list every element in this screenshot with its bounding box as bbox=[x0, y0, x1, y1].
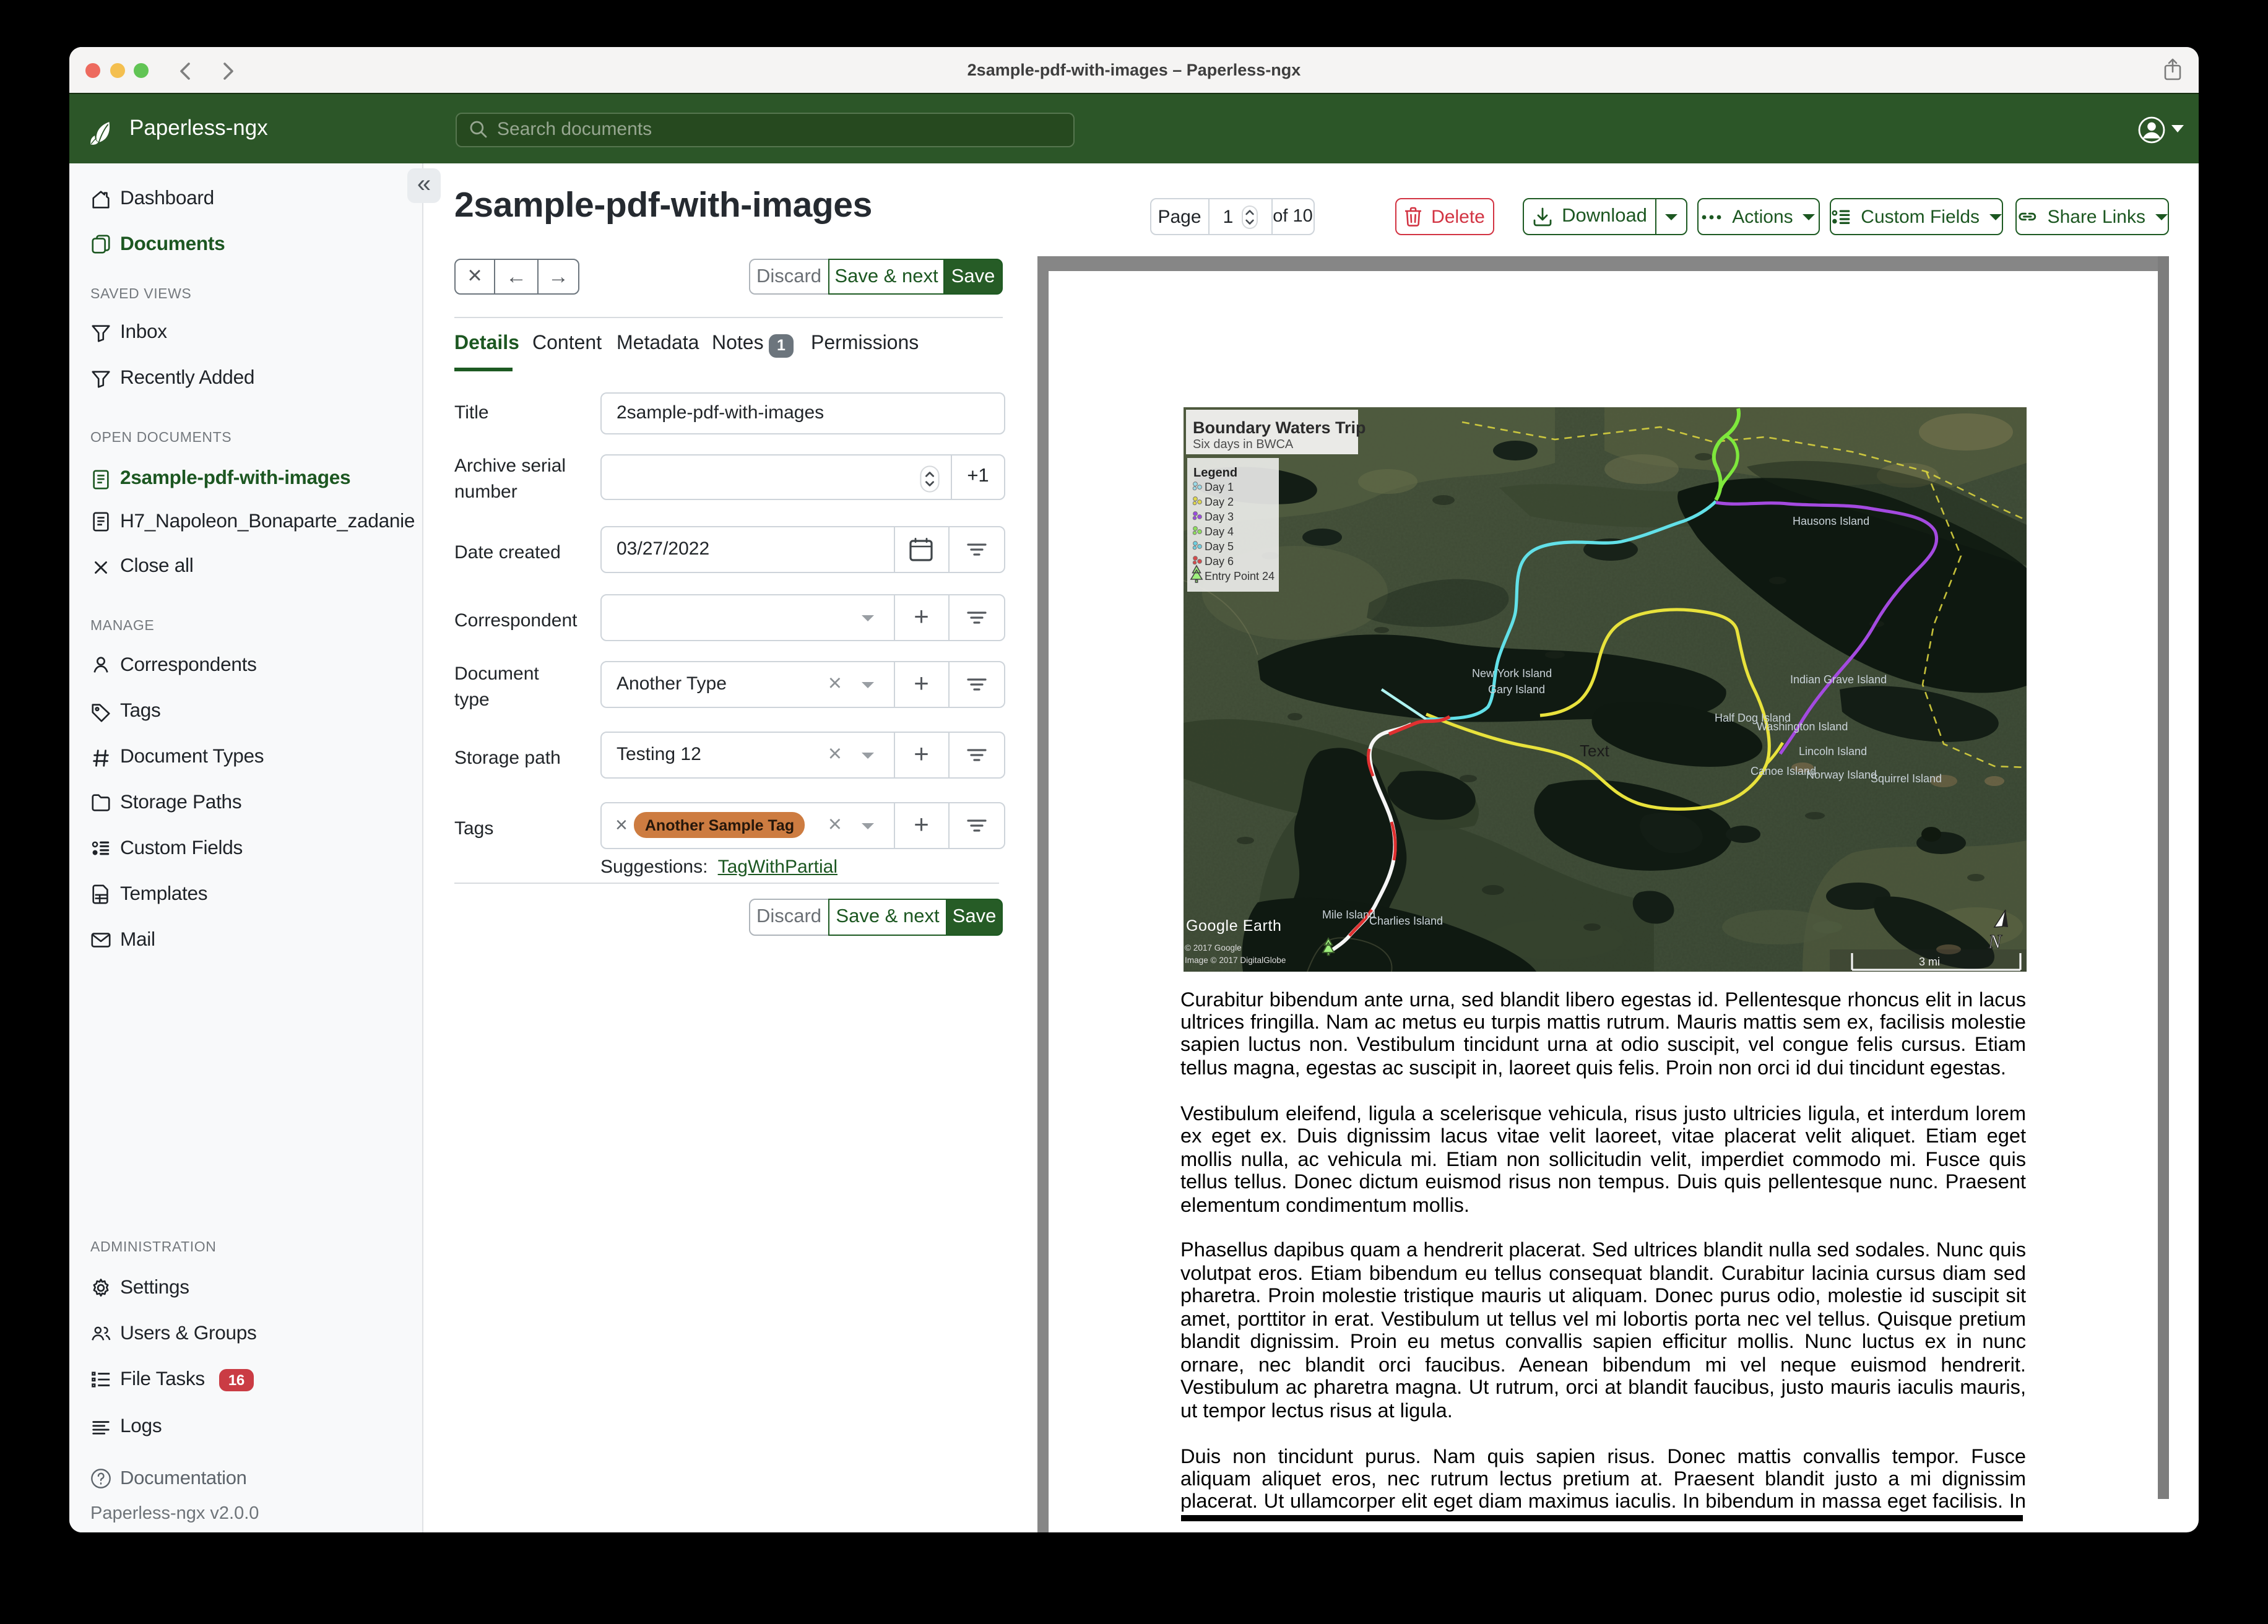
svg-text:Washington Island: Washington Island bbox=[1756, 720, 1847, 733]
svg-text:New York Island: New York Island bbox=[1471, 667, 1551, 680]
svg-text:Mile Island: Mile Island bbox=[1322, 909, 1375, 921]
svg-text:Gary Island: Gary Island bbox=[1487, 683, 1544, 696]
svg-text:Lincoln Island: Lincoln Island bbox=[1798, 745, 1866, 758]
svg-text:Day 2: Day 2 bbox=[1204, 496, 1233, 508]
svg-text:3 mi: 3 mi bbox=[1918, 956, 1939, 968]
svg-text:N: N bbox=[1987, 930, 2002, 952]
svg-text:Image © 2017 DigitalGlobe: Image © 2017 DigitalGlobe bbox=[1184, 956, 1285, 965]
svg-text:Legend: Legend bbox=[1193, 466, 1237, 480]
svg-text:Charlies Island: Charlies Island bbox=[1369, 915, 1442, 927]
svg-text:Squirrel Island: Squirrel Island bbox=[1870, 772, 1941, 785]
svg-text:Day 3: Day 3 bbox=[1204, 511, 1233, 523]
svg-text:Hausons Island: Hausons Island bbox=[1792, 515, 1869, 527]
svg-text:Google Earth: Google Earth bbox=[1185, 917, 1281, 935]
svg-text:Entry Point 24: Entry Point 24 bbox=[1204, 570, 1274, 582]
svg-text:Day 1: Day 1 bbox=[1204, 481, 1233, 493]
svg-text:Text: Text bbox=[1579, 741, 1609, 760]
svg-text:Indian Grave Island: Indian Grave Island bbox=[1790, 673, 1886, 686]
svg-text:© 2017 Google: © 2017 Google bbox=[1184, 943, 1241, 952]
svg-text:Day 5: Day 5 bbox=[1204, 540, 1233, 553]
svg-text:Day 6: Day 6 bbox=[1204, 555, 1233, 568]
svg-text:Norway Island: Norway Island bbox=[1806, 769, 1876, 781]
svg-text:Boundary Waters Trip: Boundary Waters Trip bbox=[1192, 418, 1366, 437]
svg-text:Six days in BWCA: Six days in BWCA bbox=[1192, 438, 1293, 451]
svg-text:Day 4: Day 4 bbox=[1204, 525, 1233, 538]
